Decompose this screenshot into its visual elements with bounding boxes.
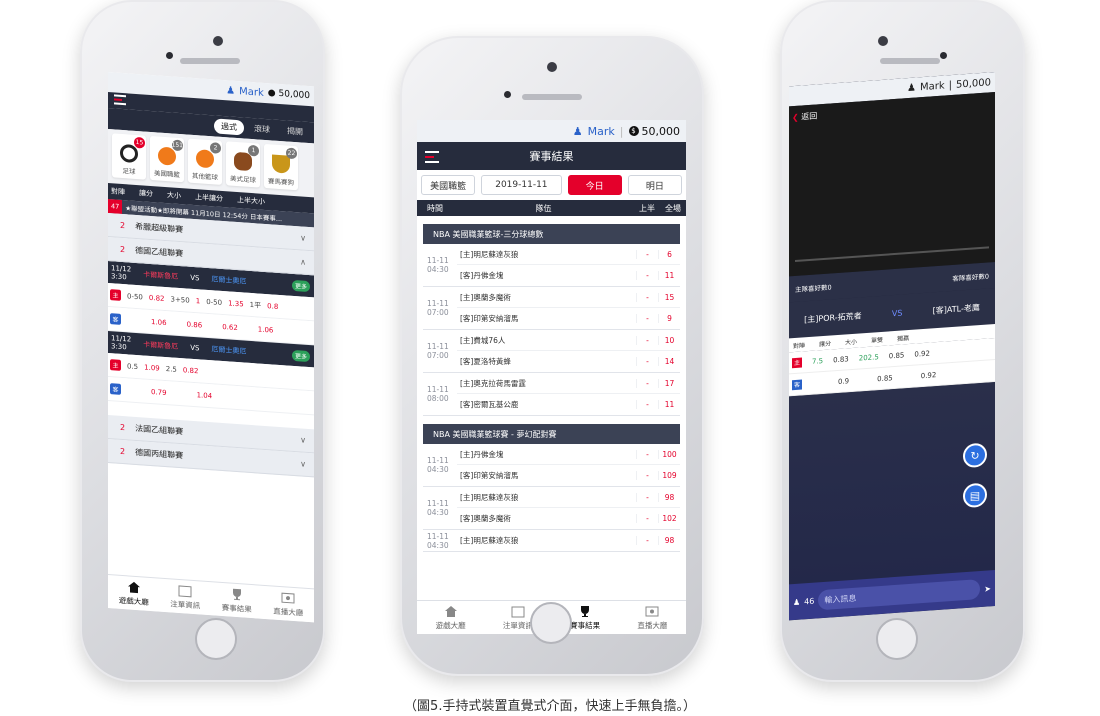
video-progress-bar[interactable] <box>795 246 989 262</box>
username[interactable]: Mark <box>239 86 264 99</box>
more-button[interactable]: 更多 <box>291 349 310 362</box>
front-sensor <box>940 52 947 59</box>
more-button[interactable]: 更多 <box>291 279 310 292</box>
front-camera <box>213 36 223 46</box>
league-header: NBA 美國職業籃球賽 - 夢幻配對賽 <box>423 424 680 444</box>
live-video-player[interactable]: ❮ 返回 <box>789 92 995 277</box>
tab-lobby[interactable]: 遊戲大廳 <box>417 601 484 634</box>
menu-icon[interactable] <box>114 94 126 107</box>
today-button[interactable]: 今日 <box>567 175 622 195</box>
chevron-left-icon: ❮ <box>792 112 799 123</box>
user-icon: ♟ <box>572 124 583 138</box>
tab-mode-1[interactable]: 滾球 <box>247 121 277 138</box>
tab-live[interactable]: 直播大廳 <box>619 601 686 634</box>
sport-racing[interactable]: 22 賽馬賽狗 <box>264 143 298 191</box>
earpiece-speaker <box>180 58 240 64</box>
tab-mode-2[interactable]: 揭開 <box>280 123 310 140</box>
result-filters: 美國職籃 2019-11-11 今日 明日 <box>417 170 686 200</box>
away-like-button[interactable]: 客隊喜好數0 <box>952 270 989 283</box>
page-title: 賽事結果 <box>529 150 574 163</box>
chat-input[interactable]: 輸入訊息 <box>818 579 981 611</box>
balance: $50,000 <box>628 125 680 138</box>
result-row: 11-11 04:30 [主]丹佛金塊 -100 [客]印第安納溜馬 -109 <box>423 444 680 487</box>
home-button[interactable] <box>530 602 572 644</box>
balance: 50,000 <box>956 76 991 91</box>
bottom-tab-bar: 遊戲大廳 注單資訊 賽事結果 直播大廳 <box>108 574 315 623</box>
result-row: 11-11 04:30 [主]明尼蘇達灰狼 -6 [客]丹佛金塊 -11 <box>423 244 680 287</box>
viewer-count: 46 <box>804 596 815 606</box>
front-camera <box>878 36 888 46</box>
username[interactable]: Mark <box>920 80 945 93</box>
username[interactable]: Mark <box>588 125 615 138</box>
front-sensor <box>504 91 511 98</box>
document-icon[interactable]: ▤ <box>963 482 987 509</box>
center-phone: ♟ Mark | $50,000 賽事結果 美國職籃 2019-11-11 今日… <box>400 36 704 676</box>
trophy-icon <box>581 605 590 617</box>
sport-american-football[interactable]: 1 美式足球 <box>226 141 260 188</box>
date-select[interactable]: 2019-11-11 <box>481 175 562 195</box>
right-phone: ♟ Mark | 50,000 ❮ 返回 主隊喜好數0 客隊喜好數0 [主]PO… <box>780 0 1025 682</box>
right-screen: ♟ Mark | 50,000 ❮ 返回 主隊喜好數0 客隊喜好數0 [主]PO… <box>789 72 995 621</box>
result-row: 11-11 08:00 [主]奧克拉荷馬雷霆 -17 [客]密爾瓦基公鹿 -11 <box>423 373 680 416</box>
menu-icon[interactable] <box>425 151 439 166</box>
sport-soccer[interactable]: 15 足球 <box>112 133 146 180</box>
result-row: 11-11 07:00 [主]奧蘭多魔術 -15 [客]印第安納溜馬 -9 <box>423 287 680 330</box>
calendar-icon <box>178 584 192 597</box>
chevron-down-icon: ∨ <box>300 435 306 445</box>
live-icon <box>645 606 659 616</box>
chevron-down-icon: ∨ <box>300 233 306 243</box>
left-screen: ♟ Mark ● 50,000 過式 滾球 揭開 15 足球 151 美國職籃 2其… <box>108 72 315 623</box>
tomorrow-button[interactable]: 明日 <box>627 175 682 195</box>
figure-caption: （圖5.手持式裝置直覺式介面，快速上手無負擔。） <box>404 699 696 714</box>
home-button[interactable] <box>876 618 918 660</box>
trophy-icon <box>232 588 241 600</box>
refresh-count[interactable]: 47 <box>108 199 123 214</box>
user-icon: ♟ <box>906 82 916 94</box>
league-header: NBA 美國職業籃球-三分球總數 <box>423 224 680 244</box>
live-icon <box>281 592 295 604</box>
result-row: 11-11 04:30 [主]明尼蘇達灰狼 -98 <box>423 530 680 552</box>
tab-results[interactable]: 賽事結果 <box>211 582 263 619</box>
earpiece-speaker <box>880 58 940 64</box>
balance: ● 50,000 <box>267 88 310 102</box>
result-row: 11-11 04:30 [主]明尼蘇達灰狼 -98 [客]奧蘭多魔術 -102 <box>423 487 680 530</box>
coin-icon: $ <box>628 126 639 136</box>
tab-lobby[interactable]: 遊戲大廳 <box>108 575 160 612</box>
earpiece-speaker <box>522 94 582 100</box>
front-sensor <box>166 52 173 59</box>
home-icon <box>127 581 140 593</box>
tab-bets[interactable]: 注單資訊 <box>160 579 212 616</box>
send-icon[interactable]: ➤ <box>984 584 991 593</box>
nav-bar: 賽事結果 <box>417 142 686 170</box>
refresh-icon[interactable]: ↻ <box>963 442 987 469</box>
league-select[interactable]: 美國職籃 <box>421 175 476 195</box>
center-screen: ♟ Mark | $50,000 賽事結果 美國職籃 2019-11-11 今日… <box>417 120 686 634</box>
back-button[interactable]: ❮ 返回 <box>792 110 817 123</box>
chat-area: ↻ ▤ <box>789 382 995 587</box>
sport-nba[interactable]: 151 美國職籃 <box>150 135 184 183</box>
tab-mode-0[interactable]: 過式 <box>214 118 244 136</box>
viewers-icon: ♟ <box>793 597 801 607</box>
left-phone: ♟ Mark ● 50,000 過式 滾球 揭開 15 足球 151 美國職籃 2其… <box>80 0 325 682</box>
results-column-header: 時間 隊伍 上半 全場 <box>417 200 686 216</box>
user-icon: ♟ <box>226 84 236 97</box>
home-like-button[interactable]: 主隊喜好數0 <box>795 281 832 294</box>
home-icon <box>444 605 457 617</box>
chevron-down-icon: ∨ <box>300 459 306 469</box>
sport-basketball-other[interactable]: 2 其他籃球 <box>188 138 222 185</box>
chevron-up-icon: ∧ <box>300 257 306 267</box>
tab-live[interactable]: 直播大廳 <box>263 586 315 623</box>
home-button[interactable] <box>195 618 237 660</box>
user-bar: ♟ Mark | $50,000 <box>417 120 686 142</box>
result-row: 11-11 07:00 [主]費城76人 -10 [客]夏洛特黃蜂 -14 <box>423 330 680 373</box>
calendar-icon <box>511 606 525 617</box>
front-camera <box>547 62 557 72</box>
